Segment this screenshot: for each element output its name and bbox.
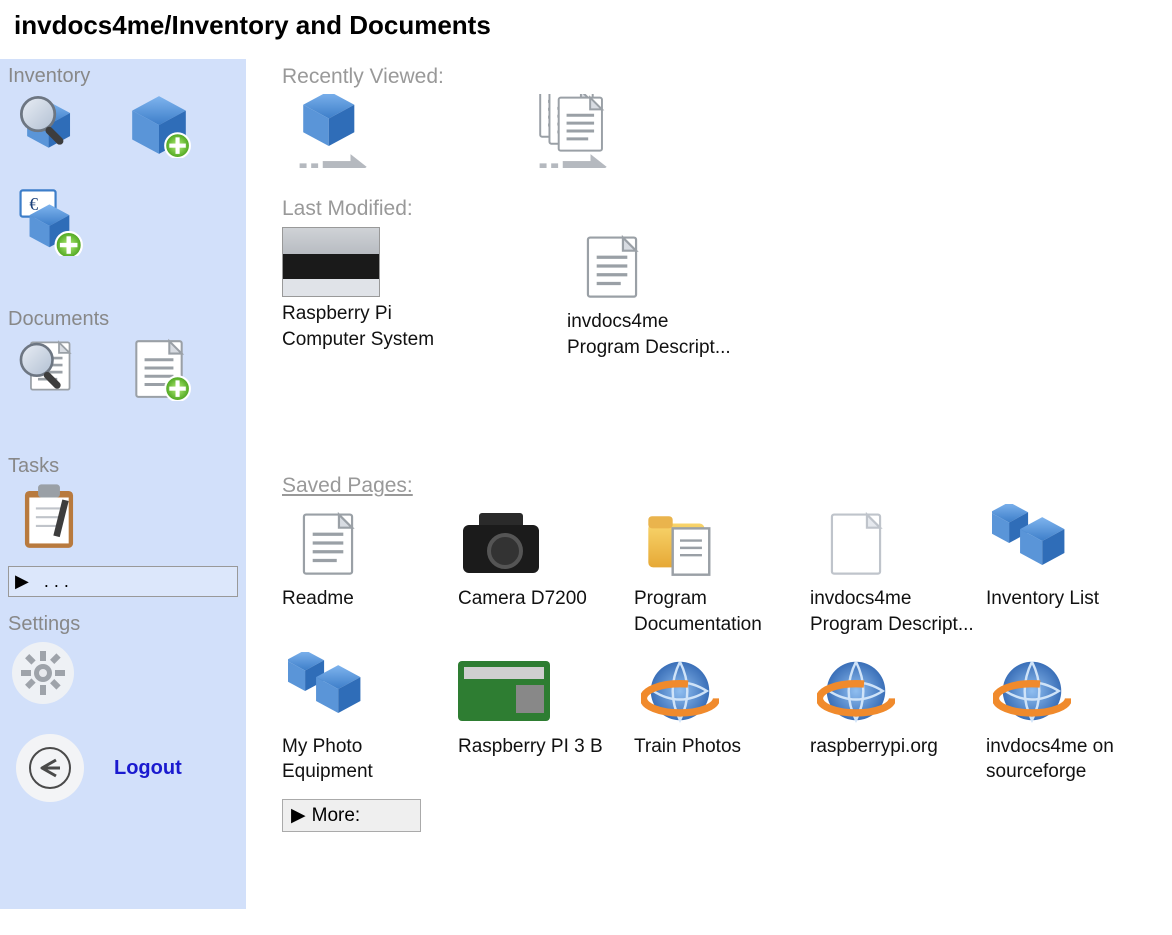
document-icon [577, 227, 647, 305]
saved-page-sourceforge[interactable]: invdocs4me on sourceforge [986, 652, 1154, 785]
saved-page-label: Train Photos [634, 730, 802, 760]
document-icon [293, 504, 363, 582]
inventory-euro-add-button[interactable] [14, 186, 84, 256]
cube-plus-icon [126, 92, 192, 158]
recently-viewed-heading: Recently Viewed: [282, 65, 1162, 95]
globe-icon [641, 652, 719, 730]
saved-page-label: Readme [282, 582, 450, 612]
settings-button[interactable] [12, 642, 74, 704]
saved-page-raspberry-board[interactable]: Raspberry PI 3 B [458, 652, 626, 785]
photo-thumb-icon [282, 227, 380, 297]
saved-page-label: Program Documentation [634, 582, 802, 637]
saved-page-label: raspberrypi.org [810, 730, 978, 760]
expander-label: . . . [39, 571, 69, 591]
saved-page-label: Raspberry PI 3 B [458, 730, 626, 760]
saved-page-label: Camera D7200 [458, 582, 626, 612]
saved-page-program-docs[interactable]: Program Documentation [634, 504, 802, 637]
search-doc-icon [16, 335, 82, 401]
euro-cube-plus-icon [14, 186, 84, 256]
documents-search-button[interactable] [14, 333, 84, 403]
inventory-search-button[interactable] [14, 90, 84, 160]
search-cube-icon [16, 92, 82, 158]
page-title: invdocs4me/Inventory and Documents [0, 0, 1172, 59]
triangle-right-icon: ▶ [15, 571, 29, 592]
more-button[interactable]: ▶ More: [282, 799, 421, 832]
globe-icon [993, 652, 1071, 730]
main-content: Recently Viewed: Last Modified: Raspberr… [246, 59, 1172, 909]
last-modified-heading: Last Modified: [282, 197, 1162, 227]
saved-page-readme[interactable]: Readme [282, 504, 450, 637]
sidebar-documents-heading: Documents [6, 306, 240, 331]
saved-page-label: invdocs4me on sourceforge [986, 730, 1154, 785]
saved-page-raspberrypi-org[interactable]: raspberrypi.org [810, 652, 978, 785]
saved-page-label: My Photo Equipment [282, 730, 450, 785]
saved-page-label: invdocs4me Program Descript... [810, 582, 978, 637]
logout-link[interactable]: Logout [114, 757, 182, 780]
documents-add-button[interactable] [124, 333, 194, 403]
sidebar-expander[interactable]: ▶ . . . [8, 566, 238, 597]
doc-plus-icon [126, 335, 192, 401]
triangle-right-icon: ▶ [291, 805, 306, 826]
saved-page-camera[interactable]: Camera D7200 [458, 504, 626, 637]
saved-page-label: Inventory List [986, 582, 1154, 612]
gear-icon [21, 651, 65, 695]
globe-icon [817, 652, 895, 730]
last-modified-label-1: invdocs4me Program Descript... [567, 305, 742, 360]
saved-pages-grid: Readme Camera D7200 Program Documentatio… [282, 504, 1162, 799]
tasks-button[interactable] [14, 480, 84, 550]
folder-doc-icon [638, 504, 722, 582]
last-modified-item-1[interactable]: invdocs4me Program Descript... [567, 227, 742, 360]
sidebar-tasks-heading: Tasks [6, 453, 240, 478]
more-label: More: [312, 805, 361, 826]
docstack-arrow-icon [526, 94, 618, 168]
saved-page-photo-equipment[interactable]: My Photo Equipment [282, 652, 450, 785]
saved-pages-heading: Saved Pages: [282, 474, 1162, 504]
recent-inventory-item[interactable] [282, 95, 442, 167]
cubes-icon [288, 652, 368, 730]
recent-documents-item[interactable] [522, 95, 682, 167]
saved-page-train-photos[interactable]: Train Photos [634, 652, 802, 785]
sidebar: Inventory Documents [0, 59, 246, 909]
last-modified-label-0: Raspberry Pi Computer System [282, 297, 457, 352]
last-modified-item-0[interactable]: Raspberry Pi Computer System [282, 227, 457, 360]
camera-icon [459, 507, 549, 579]
document-blank-icon [821, 504, 891, 582]
clipboard-icon [14, 480, 84, 550]
sidebar-settings-heading: Settings [6, 611, 240, 636]
sidebar-inventory-heading: Inventory [6, 63, 240, 88]
saved-page-program-descript[interactable]: invdocs4me Program Descript... [810, 504, 978, 637]
inventory-add-button[interactable] [124, 90, 194, 160]
cubes-icon [992, 504, 1072, 582]
saved-page-inventory-list[interactable]: Inventory List [986, 504, 1154, 637]
board-icon [458, 661, 550, 721]
back-arrow-icon [28, 746, 72, 790]
cube-arrow-icon [286, 94, 378, 168]
back-button[interactable] [16, 734, 84, 802]
